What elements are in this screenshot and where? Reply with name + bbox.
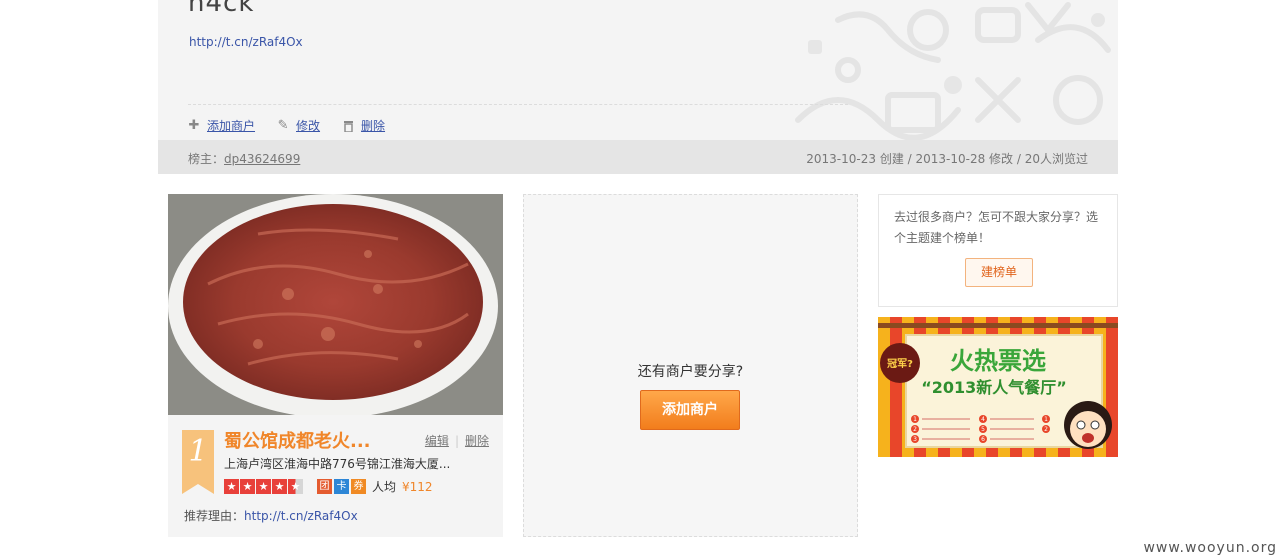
owner-bar: 榜主：dp43624699 2013-10-23 创建 / 2013-10-28… xyxy=(158,140,1118,174)
cartoon-girl-icon xyxy=(1064,401,1112,449)
shop-edit-link[interactable]: 编辑 xyxy=(425,434,449,448)
edit-action: ✎ 修改 xyxy=(277,117,320,134)
owner-label: 榜主： xyxy=(188,152,225,166)
banner-item-number: 2 xyxy=(1044,426,1048,433)
banner-item-number: 3 xyxy=(913,436,917,443)
banner-item-number: 2 xyxy=(913,426,917,433)
shop-operations: 编辑 | 删除 xyxy=(425,432,489,449)
recommend-reason: 推荐理由：http://t.cn/zRaf4Ox xyxy=(184,507,358,524)
banner-headline: 火热票选 xyxy=(950,347,1046,375)
half-star-icon: ★ xyxy=(288,479,303,494)
add-shop-link[interactable]: 添加商户 xyxy=(207,117,255,134)
star-icon: ★ xyxy=(272,479,287,494)
banner-item-number: 1 xyxy=(1044,416,1048,423)
watermark-text: www.wooyun.org xyxy=(1143,540,1277,556)
add-shop-action: ✚ 添加商户 xyxy=(188,117,255,134)
banner-item-number: 5 xyxy=(981,426,985,433)
plus-icon: ✚ xyxy=(188,118,200,133)
delete-link[interactable]: 删除 xyxy=(361,117,385,134)
shop-card: 1 蜀公馆成都老火... 编辑 | 删除 上海卢湾区淮海中路776号锦江淮海大厦..… xyxy=(168,194,503,537)
star-icon: ★ xyxy=(224,479,239,494)
banner-item-number: 6 xyxy=(981,436,985,443)
list-link[interactable]: http://t.cn/zRaf4Ox xyxy=(189,35,303,49)
separator: | xyxy=(454,434,459,448)
banner-subline: “2013新人气餐厅” xyxy=(921,378,1067,397)
vote-banner-ad[interactable]: 冠军? 火热票选 “2013新人气餐厅” 1 2 3 4 5 6 1 2 xyxy=(878,317,1118,457)
shop-name[interactable]: 蜀公馆成都老火... xyxy=(224,427,371,453)
star-rating: ★ ★ ★ ★ ★ xyxy=(224,479,303,494)
star-icon: ★ xyxy=(240,479,255,494)
tuan-badge: 团 xyxy=(317,479,332,494)
list-actions: ✚ 添加商户 ✎ 修改 删除 xyxy=(188,117,386,134)
avg-price-value: ¥112 xyxy=(402,479,433,494)
coupon-badge: 券 xyxy=(351,479,366,494)
edit-link[interactable]: 修改 xyxy=(296,117,320,134)
trash-icon xyxy=(342,120,354,132)
owner-info: 榜主：dp43624699 xyxy=(188,150,300,167)
banner-badge-text: 冠军? xyxy=(887,358,913,370)
add-shop-prompt: 还有商户要分享? xyxy=(637,364,744,380)
divider xyxy=(188,104,848,105)
avg-price-label: 人均 xyxy=(372,480,397,494)
create-list-promo: 去过很多商户？怎可不跟大家分享？选个主题建个榜单！ 建榜单 xyxy=(878,194,1118,307)
shop-address: 上海卢湾区淮海中路776号锦江淮海大厦... xyxy=(224,457,451,471)
owner-name-link[interactable]: dp43624699 xyxy=(224,152,300,166)
decorative-doodle-background xyxy=(795,2,1111,140)
reason-label: 推荐理由： xyxy=(184,509,245,523)
add-shop-button[interactable]: 添加商户 xyxy=(640,390,740,430)
add-shop-placeholder: 还有商户要分享? 添加商户 xyxy=(523,194,858,537)
pencil-icon: ✎ xyxy=(277,118,289,133)
rank-number: 1 xyxy=(188,434,208,469)
shop-photo[interactable] xyxy=(168,194,503,415)
create-list-button[interactable]: 建榜单 xyxy=(965,258,1033,287)
list-meta: 2013-10-23 创建 / 2013-10-28 修改 / 20人浏览过 xyxy=(806,152,1088,166)
shop-rating-row: ★ ★ ★ ★ ★ 团 卡 券 人均 ¥112 xyxy=(224,478,433,495)
list-title: n4ck xyxy=(188,0,255,18)
card-badge: 卡 xyxy=(334,479,349,494)
shop-delete-link[interactable]: 删除 xyxy=(465,434,489,448)
delete-action: 删除 xyxy=(342,117,385,134)
reason-link[interactable]: http://t.cn/zRaf4Ox xyxy=(244,509,358,523)
list-header: n4ck http://t.cn/zRaf4Ox ✚ 添加商户 ✎ 修改 删除 … xyxy=(158,0,1118,174)
banner-item-number: 4 xyxy=(981,416,985,423)
promo-text: 去过很多商户？怎可不跟大家分享？选个主题建个榜单！ xyxy=(894,210,1099,245)
banner-item-number: 1 xyxy=(913,416,917,423)
star-icon: ★ xyxy=(256,479,271,494)
